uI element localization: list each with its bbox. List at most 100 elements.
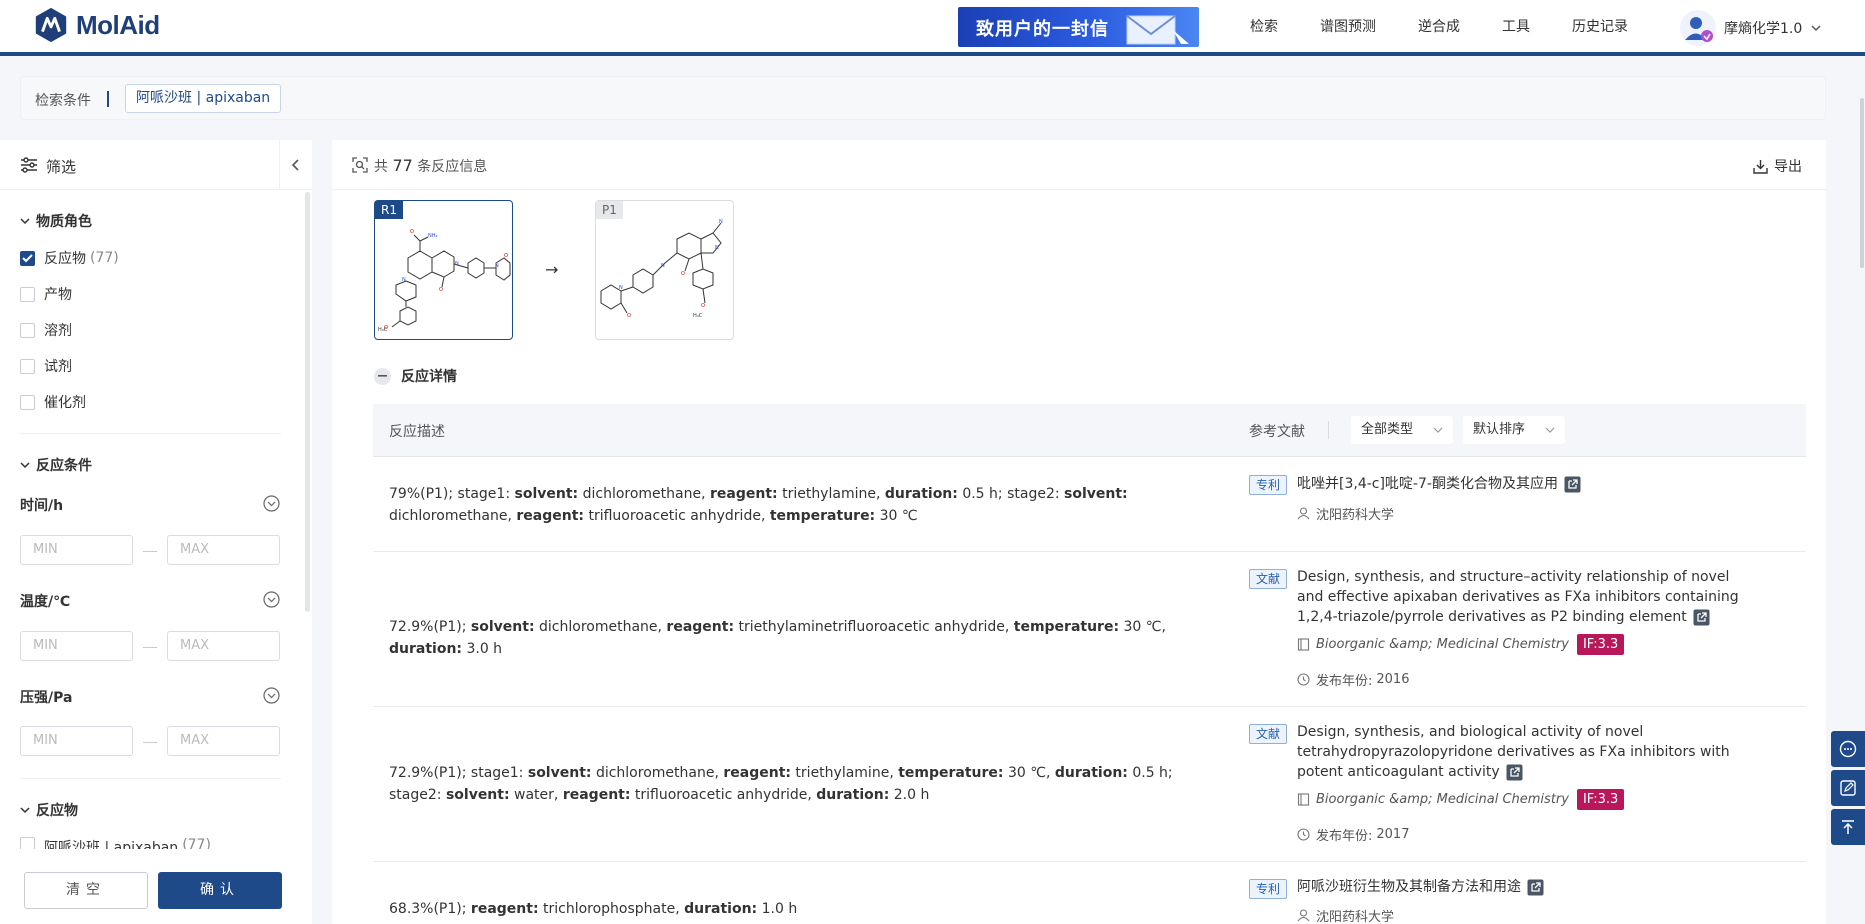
pressure-max-input[interactable]: MAX bbox=[167, 726, 280, 756]
page-scrollbar[interactable] bbox=[1860, 98, 1864, 268]
external-link-icon[interactable] bbox=[1506, 764, 1523, 781]
reaction-detail-toggle[interactable]: 反应详情 bbox=[374, 366, 457, 386]
sidebar-scrollbar[interactable] bbox=[305, 192, 310, 612]
checkbox[interactable] bbox=[20, 837, 35, 849]
svg-text:H₃C: H₃C bbox=[693, 313, 703, 319]
checkbox[interactable] bbox=[20, 358, 35, 374]
filter-label: 催化剂 bbox=[44, 395, 86, 411]
reference-title: Design, synthesis, and structure–activit… bbox=[1297, 569, 1739, 625]
checkbox[interactable] bbox=[20, 286, 35, 302]
nav-search[interactable]: 检索 bbox=[1250, 16, 1278, 36]
reactant-structure-card[interactable]: R1 O NH₂ NO NN OO H₃C bbox=[374, 200, 513, 340]
results-count: 共 77 条反应信息 bbox=[374, 156, 487, 176]
filter-role-reactant[interactable]: 反应物 (77) bbox=[20, 248, 119, 268]
svg-text:O: O bbox=[701, 303, 705, 309]
section-conditions-toggle[interactable]: 反应条件 bbox=[20, 455, 92, 475]
product-structure-card[interactable]: P1 N N O N O N O H₃C bbox=[595, 200, 734, 340]
year-value: 2016 bbox=[1376, 672, 1410, 687]
external-link-icon[interactable] bbox=[1693, 609, 1710, 626]
temperature-min-input[interactable]: MIN bbox=[20, 631, 133, 661]
section-role-title: 物质角色 bbox=[36, 214, 92, 230]
nav-history[interactable]: 历史记录 bbox=[1572, 16, 1628, 36]
arrow-up-icon bbox=[1842, 820, 1854, 834]
time-max-input[interactable]: MAX bbox=[167, 535, 280, 565]
reference-type-badge: 文献 bbox=[1249, 569, 1288, 589]
checkbox[interactable] bbox=[20, 394, 35, 410]
user-icon bbox=[1297, 507, 1310, 520]
assignee-name: 沈阳药科大学 bbox=[1316, 910, 1395, 924]
product-molecule-image: N N O N O N O H₃C bbox=[600, 219, 723, 319]
svg-text:O: O bbox=[627, 313, 631, 319]
journal-name: Bioorganic &amp; Medicinal Chemistry bbox=[1316, 637, 1569, 652]
filter-role-catalyst[interactable]: 催化剂 bbox=[20, 392, 86, 412]
year-label: 发布年份: bbox=[1316, 674, 1373, 689]
reference-title-link[interactable]: Design, synthesis, and structure–activit… bbox=[1297, 567, 1757, 627]
divider bbox=[20, 433, 281, 434]
filter-label: 试剂 bbox=[44, 359, 72, 375]
filter-role-reagent[interactable]: 试剂 bbox=[20, 356, 72, 376]
search-query-chip[interactable]: 阿哌沙班 | apixaban bbox=[125, 84, 282, 113]
checkbox[interactable] bbox=[20, 250, 35, 266]
nav-retrosynthesis[interactable]: 逆合成 bbox=[1418, 16, 1460, 36]
external-link-icon[interactable] bbox=[1564, 476, 1581, 493]
chevron-circle-icon[interactable] bbox=[263, 687, 280, 704]
range-dash bbox=[143, 551, 157, 552]
external-link-icon[interactable] bbox=[1527, 879, 1544, 896]
filter-count: (77) bbox=[182, 837, 211, 849]
chevron-down-icon bbox=[1811, 25, 1821, 32]
temperature-max-input[interactable]: MAX bbox=[167, 631, 280, 661]
chevron-down-icon bbox=[20, 807, 30, 814]
clock-icon bbox=[1297, 828, 1310, 841]
check-icon bbox=[22, 253, 33, 262]
reference-year: 发布年份: 2016 bbox=[1297, 670, 1409, 689]
filter-label: 产物 bbox=[44, 287, 72, 303]
time-min-input[interactable]: MIN bbox=[20, 535, 133, 565]
clear-button[interactable]: 清空 bbox=[24, 872, 148, 909]
range-dash bbox=[143, 742, 157, 743]
filter-role-product[interactable]: 产物 bbox=[20, 284, 72, 304]
reference-type-badge: 文献 bbox=[1249, 724, 1288, 744]
feedback-button[interactable] bbox=[1831, 770, 1865, 806]
filter-reactant-apixaban[interactable]: 阿哌沙班 | apixaban (77) bbox=[20, 837, 211, 849]
product-tag: P1 bbox=[596, 201, 623, 219]
reference-year: 发布年份: 2017 bbox=[1297, 825, 1409, 844]
select-value: 默认排序 bbox=[1473, 422, 1526, 437]
checkbox[interactable] bbox=[20, 322, 35, 338]
chevron-down-icon bbox=[20, 462, 30, 469]
reference-title-link[interactable]: Design, synthesis, and biological activi… bbox=[1297, 722, 1757, 782]
reactant-molecule-image: ONH₂ NO NN OO H₃C bbox=[378, 229, 511, 333]
table-row: 72.9%(P1); stage1: solvent: dichlorometh… bbox=[373, 707, 1806, 862]
reaction-description: 79%(P1); stage1: solvent: dichloromethan… bbox=[389, 486, 1128, 524]
collapse-sidebar-button[interactable] bbox=[279, 140, 312, 190]
avatar bbox=[1680, 10, 1716, 46]
nav-tools[interactable]: 工具 bbox=[1502, 16, 1530, 36]
column-reference: 参考文献 bbox=[1249, 424, 1305, 440]
sort-select[interactable]: 默认排序 bbox=[1463, 416, 1566, 444]
logo[interactable]: MolAid bbox=[32, 6, 160, 44]
section-reactant-toggle[interactable]: 反应物 bbox=[20, 800, 78, 820]
svg-text:NH₂: NH₂ bbox=[428, 233, 438, 239]
chevron-circle-icon[interactable] bbox=[263, 495, 280, 512]
back-to-top-button[interactable] bbox=[1831, 809, 1865, 845]
reference-type-badge: 专利 bbox=[1249, 475, 1288, 495]
confirm-button[interactable]: 确认 bbox=[158, 872, 282, 909]
table-row: 68.3%(P1); reagent: trichlorophosphate, … bbox=[373, 862, 1806, 924]
reference-title-link[interactable]: 吡唑并[3,4-c]吡啶-7-酮类化合物及其应用 bbox=[1297, 474, 1757, 494]
section-role-toggle[interactable]: 物质角色 bbox=[20, 211, 92, 231]
filter-role-solvent[interactable]: 溶剂 bbox=[20, 320, 72, 340]
nav-spectrum-prediction[interactable]: 谱图预测 bbox=[1320, 16, 1376, 36]
chat-button[interactable] bbox=[1831, 731, 1865, 767]
assignee-name: 沈阳药科大学 bbox=[1316, 508, 1395, 523]
impact-factor-badge: IF:3.3 bbox=[1576, 789, 1625, 810]
chevron-circle-icon[interactable] bbox=[263, 591, 280, 608]
pressure-min-input[interactable]: MIN bbox=[20, 726, 133, 756]
envelope-icon bbox=[1126, 15, 1189, 45]
reference-title-link[interactable]: 阿哌沙班衍生物及其制备方法和用途 bbox=[1297, 877, 1757, 897]
svg-text:N: N bbox=[719, 219, 723, 225]
user-name: 摩熵化学1.0 bbox=[1724, 21, 1803, 37]
reference-assignee: 沈阳药科大学 bbox=[1297, 504, 1394, 523]
export-button[interactable]: 导出 bbox=[1753, 156, 1802, 176]
user-menu[interactable]: 摩熵化学1.0 bbox=[1680, 10, 1822, 46]
letter-banner[interactable]: 致用户的一封信 bbox=[958, 7, 1199, 47]
reference-type-select[interactable]: 全部类型 bbox=[1351, 416, 1454, 444]
